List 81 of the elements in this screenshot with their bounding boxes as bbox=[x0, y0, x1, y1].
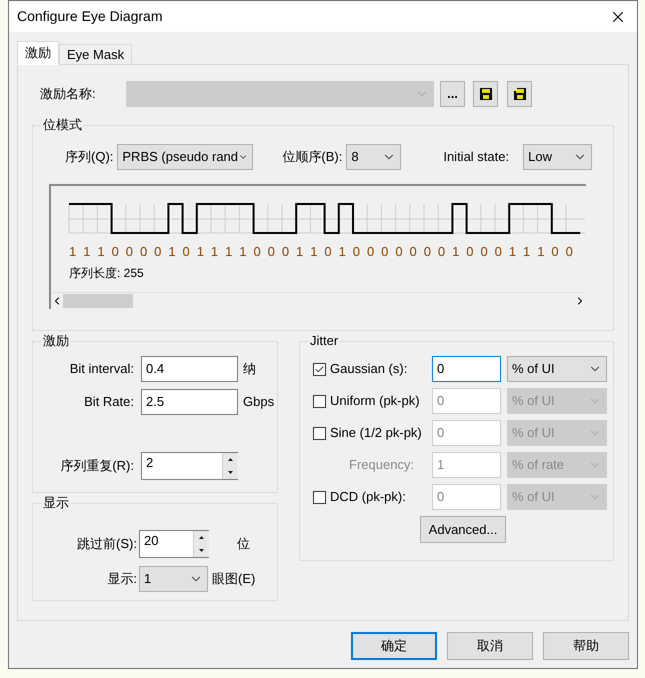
check-icon bbox=[314, 364, 325, 374]
display-count-dropdown[interactable]: 1 bbox=[139, 566, 208, 592]
unit-label: Gbps bbox=[243, 393, 274, 412]
bit-value: 0 bbox=[410, 244, 418, 260]
bit-value: 1 bbox=[196, 244, 205, 260]
scrollbar-thumb[interactable] bbox=[63, 294, 133, 308]
group-title: 显示 bbox=[41, 495, 71, 511]
unit-dropdown[interactable]: % of UI bbox=[507, 356, 607, 382]
sequence-dropdown[interactable]: PRBS (pseudo rand bbox=[117, 144, 254, 170]
initial-state-dropdown[interactable]: Low bbox=[523, 144, 592, 170]
bit-value: 0 bbox=[466, 244, 474, 260]
tab[interactable]: 激励 bbox=[17, 41, 59, 65]
bit-value: 0 bbox=[140, 244, 148, 260]
bit-value: 1 bbox=[168, 244, 177, 260]
bit-value: 0 bbox=[154, 244, 162, 260]
field-label: Initial state: bbox=[443, 148, 510, 166]
bit-value: 0 bbox=[395, 244, 404, 260]
dialog-button[interactable]: 帮助 bbox=[543, 632, 629, 660]
bit-value: 0 bbox=[424, 244, 432, 260]
field-label: Bit interval: bbox=[68, 360, 134, 378]
unit-label: 位 bbox=[237, 535, 250, 554]
field-label: Frequency: bbox=[349, 456, 414, 474]
bit-value: 1 bbox=[296, 244, 304, 260]
advanced-button[interactable]: Advanced... bbox=[420, 516, 506, 543]
bit-order-dropdown[interactable]: 8 bbox=[346, 144, 402, 170]
sequence-length: 序列长度: 255 bbox=[68, 265, 145, 282]
bit-value: 0 bbox=[438, 244, 446, 260]
dialog-button[interactable]: 确定 bbox=[351, 632, 437, 660]
group-title: 位模式 bbox=[41, 117, 84, 133]
field-label: 位顺序(B): bbox=[282, 148, 342, 166]
input-field[interactable]: 0.4 bbox=[141, 356, 238, 382]
browse-button[interactable]: ... bbox=[440, 81, 465, 107]
repeat-spinbox[interactable]: 2 bbox=[141, 452, 238, 480]
bit-value: 1 bbox=[508, 244, 518, 260]
bit-value: 1 bbox=[225, 244, 234, 260]
window-title: Configure Eye Diagram bbox=[17, 7, 163, 26]
save-button[interactable] bbox=[473, 81, 498, 107]
field-label: Bit Rate: bbox=[83, 393, 134, 412]
bit-value: 1 bbox=[97, 244, 106, 260]
dialog-button[interactable]: 取消 bbox=[447, 632, 533, 660]
checkbox-label: Gaussian (s): bbox=[330, 360, 408, 378]
field-label: 跳过前(S): bbox=[76, 535, 137, 554]
bit-value: 1 bbox=[310, 244, 318, 260]
bit-value: 0 bbox=[112, 244, 120, 260]
input-field[interactable]: 0 bbox=[432, 356, 501, 382]
skip-spinbox[interactable]: 20 bbox=[139, 530, 209, 558]
bit-value: 1 bbox=[210, 244, 220, 260]
bit-value: 1 bbox=[69, 244, 78, 260]
bit-value: 1 bbox=[523, 244, 532, 260]
bit-value: 1 bbox=[239, 244, 248, 260]
bit-value: 0 bbox=[182, 244, 191, 260]
bit-value: 0 bbox=[366, 244, 376, 260]
checkbox-label: Sine (1/2 pk-pk) bbox=[330, 424, 422, 442]
bit-value: 0 bbox=[480, 244, 489, 260]
input-field[interactable]: 2.5 bbox=[141, 389, 238, 415]
tab[interactable]: Eye Mask bbox=[59, 44, 132, 65]
checkbox[interactable] bbox=[313, 362, 326, 376]
bit-value: 0 bbox=[268, 244, 276, 260]
bit-value: 0 bbox=[126, 244, 134, 260]
bit-value: 1 bbox=[537, 244, 546, 260]
bit-value: 0 bbox=[566, 244, 574, 260]
save-as-button[interactable] bbox=[507, 81, 532, 107]
bit-value: 0 bbox=[494, 244, 503, 260]
checkbox-label: Uniform (pk-pk) bbox=[330, 392, 420, 410]
checkbox-label: DCD (pk-pk): bbox=[330, 488, 406, 506]
field-label: 激励名称: bbox=[39, 85, 97, 104]
bit-value: 0 bbox=[352, 244, 361, 260]
field-label: 序列重复(R): bbox=[59, 457, 134, 476]
unit-label: 眼图(E) bbox=[212, 570, 256, 588]
bit-value: 0 bbox=[253, 244, 262, 260]
field-label: 显示: bbox=[106, 570, 137, 588]
bit-value: 0 bbox=[551, 244, 560, 260]
bit-value: 1 bbox=[452, 244, 460, 260]
unit-label: 纳 bbox=[243, 360, 256, 378]
bit-value: 0 bbox=[381, 244, 390, 260]
bit-value: 0 bbox=[282, 244, 290, 260]
group-title: 激励 bbox=[41, 333, 71, 349]
field-label: 序列(Q): bbox=[65, 148, 114, 166]
bit-value: 1 bbox=[338, 244, 347, 260]
bit-value: 1 bbox=[83, 244, 92, 260]
bit-value: 0 bbox=[324, 244, 333, 260]
